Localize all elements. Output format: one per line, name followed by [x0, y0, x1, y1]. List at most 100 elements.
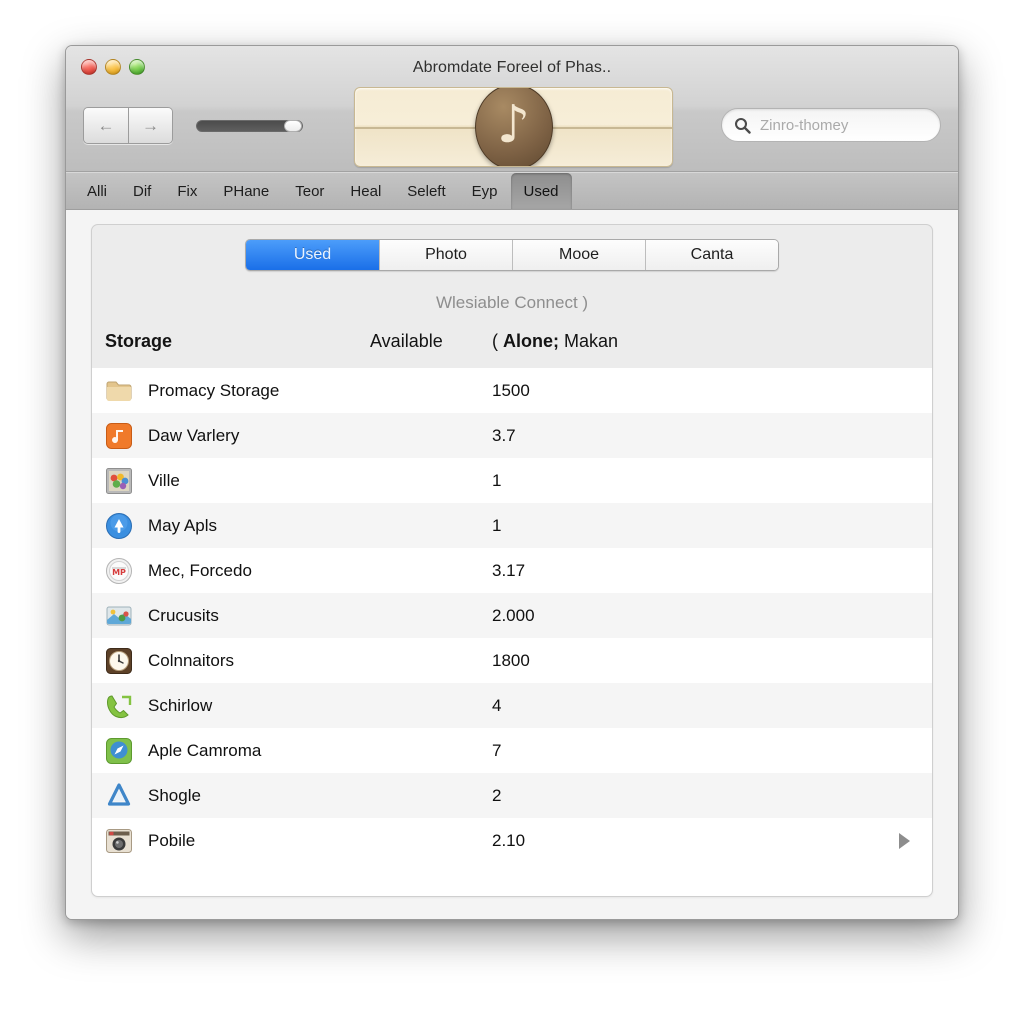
disclosure-arrow-icon[interactable] [899, 832, 910, 849]
camera-icon [106, 828, 132, 853]
column-header-extra-prefix: ( [492, 331, 503, 351]
svg-text:MP: MP [112, 568, 126, 577]
now-playing-display[interactable]: ♪ [354, 87, 673, 167]
menu-item-seleft[interactable]: Seleft [394, 173, 458, 209]
row-value: 3.7 [492, 425, 516, 445]
forward-button[interactable]: → [128, 108, 172, 143]
menu-item-alli[interactable]: Alli [74, 173, 120, 209]
row-value: 2.000 [492, 605, 535, 625]
row-label: Ville [148, 470, 180, 490]
row-name-cell: Daw Varlery [92, 422, 370, 450]
column-header-available[interactable]: Available [370, 331, 492, 352]
table-row[interactable]: Promacy Storage 1500 [92, 368, 932, 413]
app-store-icon [106, 512, 132, 539]
table-row[interactable]: May Apls 1 [92, 503, 932, 548]
row-name-cell: Ville [92, 467, 370, 495]
search-placeholder-text: Zinro-thomey [760, 116, 849, 134]
content-area: Used Photo Mooe Canta Wlesiable Connect … [66, 210, 958, 919]
storage-table-body: Promacy Storage 1500 Daw Varlery 3.7 Vil… [92, 368, 932, 896]
postcard-icon [106, 606, 132, 625]
gauge-icon: MP [106, 557, 132, 584]
row-name-cell: Crucusits [92, 602, 370, 630]
row-name-cell: Pobile [92, 827, 370, 855]
application-window: Abromdate Foreel of Phas.. ← → ♪ Zinro-t… [65, 45, 959, 920]
column-header-extra-bold: Alone; [503, 331, 559, 351]
menu-item-heal[interactable]: Heal [337, 173, 394, 209]
menu-item-phane[interactable]: PHane [210, 173, 282, 209]
menu-item-used[interactable]: Used [510, 173, 572, 209]
compass-icon [106, 737, 132, 764]
search-field[interactable]: Zinro-thomey [721, 108, 941, 142]
row-name-cell: MP Mec, Forcedo [92, 557, 370, 585]
row-value: 4 [492, 695, 502, 715]
row-name-cell: May Apls [92, 512, 370, 540]
clock-icon [106, 647, 132, 674]
table-row[interactable]: Colnnaitors 1800 [92, 638, 932, 683]
panel-subtitle: Wlesiable Connect ) [435, 293, 589, 312]
table-row[interactable]: Aple Camroma 7 [92, 728, 932, 773]
column-header-extra-rest: Makan [559, 331, 619, 351]
table-row[interactable]: Crucusits 2.000 [92, 593, 932, 638]
segmented-control-wrapper: Used Photo Mooe Canta [92, 225, 932, 271]
row-label: Crucusits [148, 605, 219, 625]
row-value: 1 [492, 470, 502, 490]
row-name-cell: Promacy Storage [92, 377, 370, 405]
tab-photo[interactable]: Photo [379, 240, 512, 270]
media-disc-icon: ♪ [474, 88, 553, 166]
volume-slider-knob[interactable] [284, 120, 302, 132]
row-value: 1 [492, 515, 502, 535]
tab-mooe[interactable]: Mooe [512, 240, 645, 270]
search-icon [734, 117, 751, 134]
column-header-extra[interactable]: ( Alone; Makan [492, 331, 932, 352]
column-header-storage[interactable]: Storage [92, 331, 370, 352]
row-label: May Apls [148, 515, 217, 535]
recycle-icon [107, 782, 131, 806]
menu-item-fix[interactable]: Fix [164, 173, 210, 209]
storage-panel: Used Photo Mooe Canta Wlesiable Connect … [91, 224, 933, 897]
row-value: 2.10 [492, 830, 526, 850]
row-label: Pobile [148, 830, 196, 850]
table-header-row: Storage Available ( Alone; Makan [92, 321, 932, 368]
row-name-cell: Aple Camroma [92, 737, 370, 765]
row-label: Mec, Forcedo [148, 560, 252, 580]
row-label: Aple Camroma [148, 740, 262, 760]
left-arrow-icon: ← [97, 116, 115, 135]
right-arrow-icon: → [142, 116, 159, 135]
row-value: 2 [492, 785, 502, 805]
folder-icon [106, 381, 132, 401]
table-row[interactable]: MP Mec, Forcedo 3.17 [92, 548, 932, 593]
row-name-cell: Colnnaitors [92, 647, 370, 675]
photos-album-icon [106, 467, 132, 494]
menu-tab-strip: Alli Dif Fix PHane Teor Heal Seleft Eyp … [66, 172, 958, 210]
row-label: Colnnaitors [148, 650, 234, 670]
row-label: Daw Varlery [148, 425, 240, 445]
row-label: Schirlow [148, 695, 213, 715]
table-row[interactable]: Daw Varlery 3.7 [92, 413, 932, 458]
table-row[interactable]: Pobile 2.10 [92, 818, 932, 863]
menu-item-teor[interactable]: Teor [282, 173, 337, 209]
window-title: Abromdate Foreel of Phas.. [412, 59, 612, 76]
row-name-cell: Shogle [92, 782, 370, 810]
row-value: 1500 [492, 380, 530, 400]
music-library-icon [106, 422, 132, 449]
table-row[interactable]: Schirlow 4 [92, 683, 932, 728]
row-value: 1800 [492, 650, 530, 670]
row-value: 7 [492, 740, 502, 760]
table-row[interactable]: Ville 1 [92, 458, 932, 503]
navigation-button-group: ← → [83, 107, 173, 144]
table-row[interactable]: Shogle 2 [92, 773, 932, 818]
back-button[interactable]: ← [84, 108, 128, 143]
tab-used[interactable]: Used [246, 240, 379, 270]
menu-item-eyp[interactable]: Eyp [459, 173, 511, 209]
row-value: 3.17 [492, 560, 526, 580]
phone-icon [106, 694, 132, 718]
tab-canta[interactable]: Canta [645, 240, 778, 270]
menu-item-dif[interactable]: Dif [120, 173, 164, 209]
row-label: Promacy Storage [148, 380, 280, 400]
segmented-control: Used Photo Mooe Canta [245, 239, 779, 271]
window-titlebar: Abromdate Foreel of Phas.. ← → ♪ Zinro-t… [66, 46, 958, 172]
row-name-cell: Schirlow [92, 692, 370, 720]
music-note-icon: ♪ [496, 95, 531, 155]
row-label: Shogle [148, 785, 201, 805]
volume-slider[interactable] [196, 120, 303, 132]
